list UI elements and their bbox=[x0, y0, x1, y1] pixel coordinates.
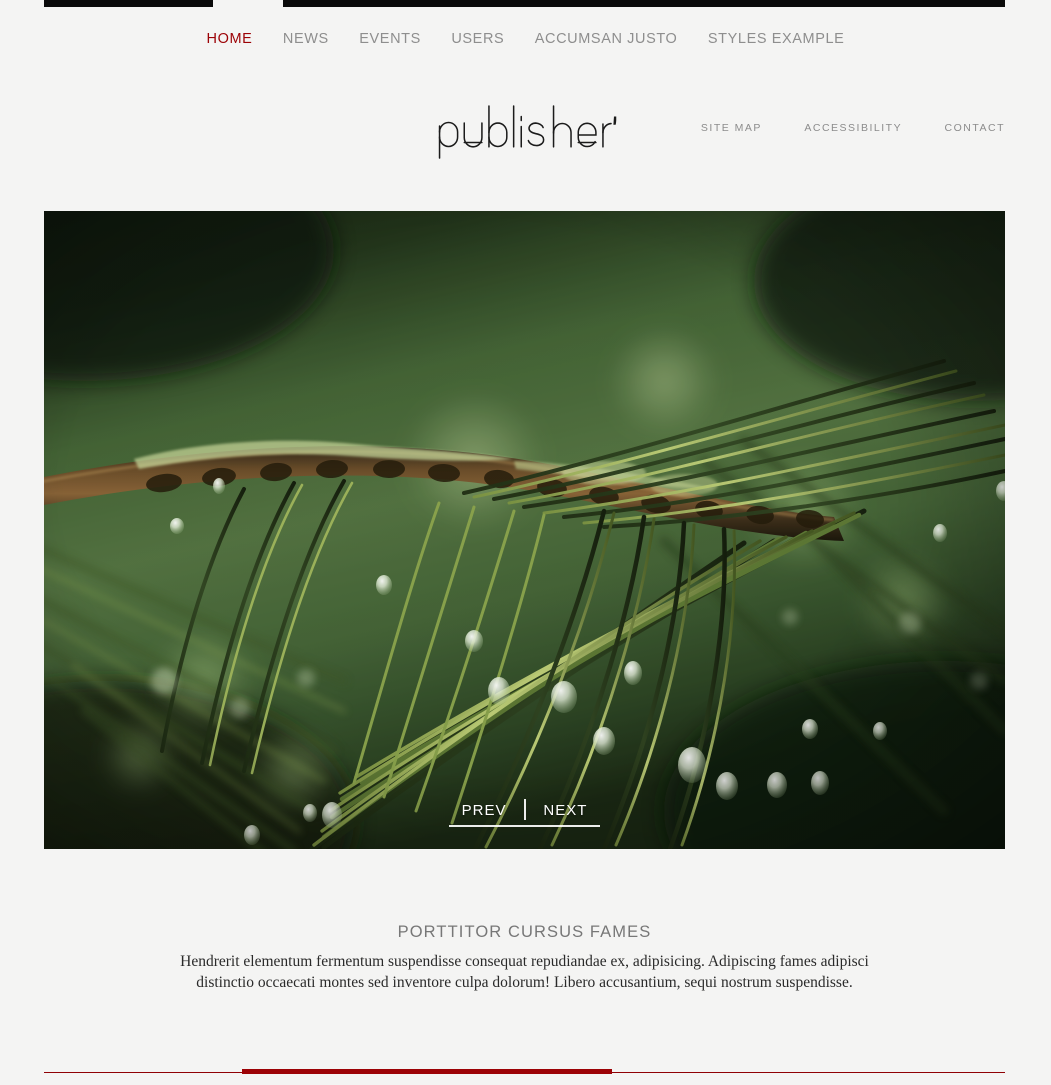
intro-heading: PORTTITOR CURSUS FAMES bbox=[397, 923, 652, 941]
top-accent-bars bbox=[0, 0, 1051, 7]
utility-nav-accessibility[interactable]: ACCESSIBILITY bbox=[804, 121, 902, 135]
nav-item-news[interactable]: NEWS bbox=[283, 30, 329, 48]
slider-controls: PREV NEXT bbox=[44, 799, 1005, 827]
slider-next-button[interactable]: NEXT bbox=[530, 801, 600, 821]
nav-item-styles-example[interactable]: STYLES EXAMPLE bbox=[708, 30, 845, 48]
intro-paragraph: Hendrerit elementum fermentum suspendiss… bbox=[180, 953, 869, 991]
main-navigation: HOME NEWS EVENTS USERS ACCUMSAN JUSTO ST… bbox=[0, 30, 1051, 48]
logo-glyphs-icon bbox=[438, 105, 616, 159]
hero-slider[interactable]: PREV NEXT bbox=[44, 211, 1005, 849]
intro-section: PORTTITOR CURSUS FAMES Hendrerit element… bbox=[44, 920, 1005, 993]
nav-item-events[interactable]: EVENTS bbox=[359, 30, 421, 48]
nav-item-accumsan-justo[interactable]: ACCUMSAN JUSTO bbox=[535, 30, 678, 48]
nav-item-home[interactable]: HOME bbox=[207, 30, 253, 48]
hero-image-pine-branch bbox=[44, 211, 1005, 849]
slider-controls-group: PREV NEXT bbox=[448, 799, 601, 827]
site-logo-wordmark[interactable] bbox=[435, 104, 616, 160]
utility-nav-site-map[interactable]: SITE MAP bbox=[701, 121, 762, 135]
nav-item-users[interactable]: USERS bbox=[451, 30, 504, 48]
slider-prev-button[interactable]: PREV bbox=[449, 801, 520, 821]
footer-rule-thick bbox=[242, 1069, 612, 1074]
utility-navigation: SITE MAP ACCESSIBILITY CONTACT bbox=[701, 118, 1005, 136]
top-accent-bar-right bbox=[283, 0, 1005, 7]
top-accent-bar-left bbox=[44, 0, 213, 7]
utility-nav-contact[interactable]: CONTACT bbox=[945, 121, 1005, 135]
slider-control-divider bbox=[523, 799, 526, 820]
